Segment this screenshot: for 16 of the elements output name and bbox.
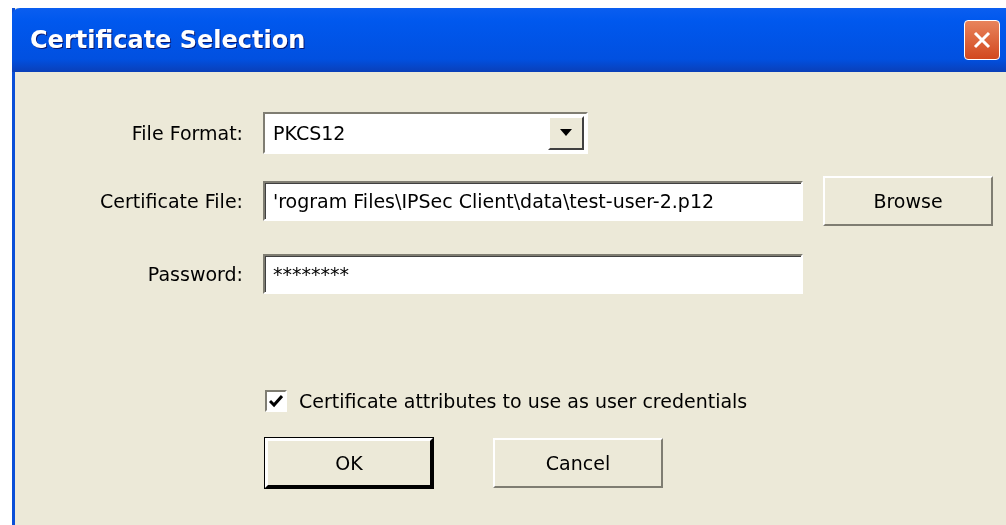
checkbox[interactable] xyxy=(265,390,287,412)
window-title: Certificate Selection xyxy=(30,26,306,54)
checkbox-label: Certificate attributes to use as user credentials xyxy=(299,390,748,412)
browse-button[interactable]: Browse xyxy=(823,176,993,226)
password-field[interactable]: ******** xyxy=(263,254,803,294)
field-label: Certificate File: xyxy=(99,190,243,212)
certificate-file-field[interactable]: 'rogram Files\IPSec Client\data\test-user-2.p12 xyxy=(263,181,803,221)
caret-icon xyxy=(560,129,572,137)
field-label: Password: xyxy=(146,263,243,285)
field-label: File Format: xyxy=(130,122,243,144)
close-icon xyxy=(972,30,992,50)
close-button[interactable] xyxy=(964,20,1000,60)
dropdown-button[interactable] xyxy=(548,116,584,150)
ok-button[interactable]: OK xyxy=(265,438,433,488)
cancel-button[interactable]: Cancel xyxy=(493,438,663,488)
file-format-dropdown[interactable]: PKCS12 xyxy=(263,112,588,154)
